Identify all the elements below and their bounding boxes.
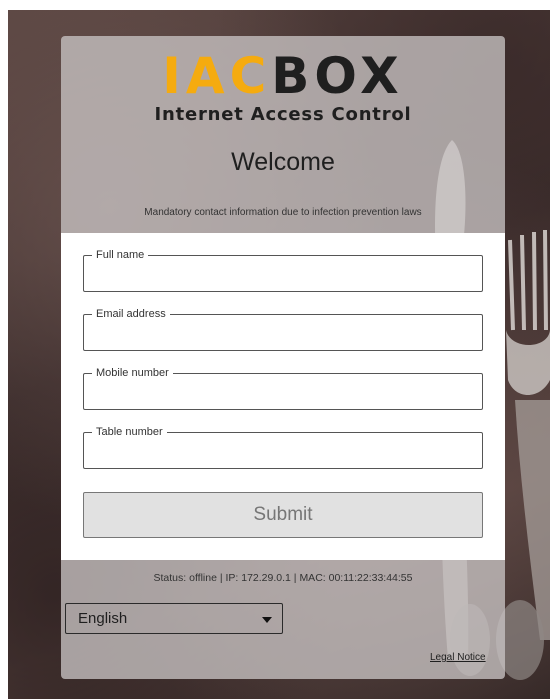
top-edge — [0, 0, 550, 10]
status-line: Status: offline | IP: 172.29.0.1 | MAC: … — [153, 572, 413, 584]
language-selected-value: English — [78, 610, 128, 627]
table-number-label: Table number — [92, 425, 167, 439]
language-select[interactable]: English — [65, 603, 283, 634]
mobile-number-label: Mobile number — [92, 366, 173, 380]
left-edge — [0, 0, 8, 699]
legal-notice-link[interactable]: Legal Notice — [430, 652, 486, 663]
mobile-number-field[interactable]: Mobile number — [83, 366, 483, 410]
submit-button[interactable]: Submit — [83, 492, 483, 538]
full-name-field[interactable]: Full name — [83, 248, 483, 292]
email-label: Email address — [92, 307, 170, 321]
contact-notice: Mandatory contact information due to inf… — [144, 207, 422, 218]
logo-box-text: BOX — [271, 47, 404, 105]
contact-form: Full name Email address Mobile number Ta… — [61, 233, 505, 560]
brand-tagline: Internet Access Control — [154, 104, 412, 125]
logo-iac-text: IAC — [162, 47, 272, 105]
full-name-label: Full name — [92, 248, 149, 262]
email-field[interactable]: Email address — [83, 307, 483, 351]
table-number-field[interactable]: Table number — [83, 425, 483, 469]
iacbox-logo: IACBOX — [61, 50, 505, 102]
page-title: Welcome — [231, 148, 335, 176]
caret-down-icon — [262, 617, 272, 623]
